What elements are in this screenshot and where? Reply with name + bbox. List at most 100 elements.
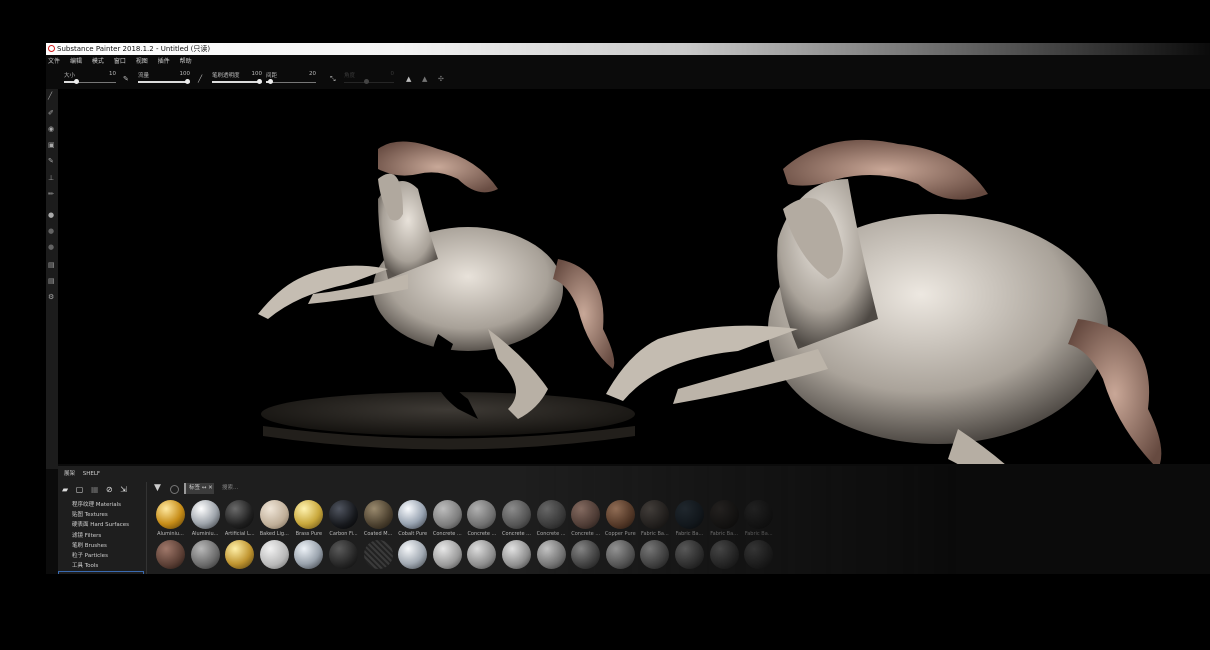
- folder-icon[interactable]: ▰: [62, 485, 68, 494]
- light-icon[interactable]: ●: [48, 243, 54, 251]
- material-swatch[interactable]: [742, 540, 775, 569]
- material-label: Fabric Ba...: [641, 531, 669, 537]
- category-hard-surfaces[interactable]: 硬表面 Hard Surfaces: [58, 520, 144, 530]
- filter-tag[interactable]: 标签 ↔ ✕: [184, 483, 214, 494]
- axis-icon[interactable]: ✣: [438, 75, 444, 83]
- color-picker-icon[interactable]: ✏: [48, 190, 54, 198]
- material-swatch[interactable]: [189, 540, 222, 569]
- category-particles[interactable]: 粒子 Particles: [58, 551, 144, 561]
- material-swatch[interactable]: [500, 540, 533, 569]
- hide-icon[interactable]: ⊘: [106, 485, 113, 494]
- size-slider[interactable]: 大小 10: [64, 69, 116, 89]
- shelf-search-input[interactable]: 搜索...: [220, 483, 422, 494]
- material-swatch[interactable]: Aluminiu...: [154, 500, 187, 537]
- material-label: Concrete ...: [571, 531, 601, 537]
- material-swatch[interactable]: Concrete ...: [465, 500, 498, 537]
- material-swatch[interactable]: Fabric Ba...: [673, 500, 706, 537]
- material-swatch[interactable]: Concrete ...: [569, 500, 602, 537]
- clear-filter-icon[interactable]: [170, 485, 179, 494]
- material-swatch[interactable]: Copper Pure: [604, 500, 637, 537]
- lazy-mouse-icon[interactable]: ⤡: [330, 75, 336, 84]
- material-preview: [605, 500, 635, 529]
- paint-brush-icon[interactable]: ╱: [48, 92, 52, 100]
- material-label: Concrete ...: [467, 531, 497, 537]
- symmetry-icon[interactable]: ▲: [406, 75, 411, 83]
- material-swatch[interactable]: Fabric Ba...: [708, 500, 741, 537]
- angle-label: 角度: [344, 73, 356, 79]
- material-swatch[interactable]: [708, 540, 741, 569]
- material-swatch[interactable]: Fabric Ba...: [742, 500, 775, 537]
- category-brushes[interactable]: 笔刷 Brushes: [58, 541, 144, 551]
- material-swatch[interactable]: [569, 540, 602, 569]
- material-swatch[interactable]: [638, 540, 671, 569]
- material-swatch[interactable]: [465, 540, 498, 569]
- material-swatch[interactable]: [673, 540, 706, 569]
- 3d-viewport[interactable]: [58, 89, 1210, 464]
- material-swatch[interactable]: [327, 540, 360, 569]
- material-preview: [329, 540, 358, 569]
- shelf-tab-en[interactable]: SHELF: [83, 471, 100, 477]
- menu-help[interactable]: 帮助: [180, 57, 192, 67]
- brush-toolbar: 大小 10 ✎ 流量 100 ╱ 笔刷透明度 100 间距 20 ⤡ 角度 0 …: [58, 69, 498, 89]
- category-filters[interactable]: 滤镜 Filters: [58, 531, 144, 541]
- category-tools[interactable]: 工具 Tools: [58, 561, 144, 571]
- menu-bar: 文件 编辑 模式 窗口 视图 插件 帮助: [46, 57, 744, 67]
- shader-dot-icon[interactable]: ●: [48, 211, 54, 219]
- material-swatch[interactable]: Carbon Fi...: [327, 500, 360, 537]
- category-materials[interactable]: 程序纹理 Materials: [58, 500, 144, 510]
- material-label: Concrete ...: [432, 531, 462, 537]
- material-swatch[interactable]: [258, 540, 291, 569]
- material-swatch[interactable]: Brass Pure: [292, 500, 325, 537]
- menu-file[interactable]: 文件: [48, 57, 60, 67]
- material-swatch[interactable]: [431, 540, 464, 569]
- camera-icon[interactable]: ●: [48, 227, 54, 235]
- texture-set-icon[interactable]: ▤: [48, 261, 55, 269]
- category-textures[interactable]: 贴图 Textures: [58, 510, 144, 520]
- material-swatch[interactable]: Cobalt Pure: [396, 500, 429, 537]
- material-swatch[interactable]: [396, 540, 429, 569]
- category-selected-indicator[interactable]: [58, 571, 144, 574]
- save-icon[interactable]: ▦: [91, 485, 99, 494]
- shelf-tab-cn[interactable]: 展架: [64, 471, 75, 477]
- import-icon[interactable]: ⇲: [120, 485, 127, 494]
- material-swatch[interactable]: Artificial L...: [223, 500, 256, 537]
- angle-slider[interactable]: 角度 0: [344, 69, 394, 89]
- menu-mode[interactable]: 模式: [92, 57, 104, 67]
- document-icon[interactable]: ▤: [48, 277, 55, 285]
- menu-edit[interactable]: 编辑: [70, 57, 82, 67]
- material-swatch[interactable]: [154, 540, 187, 569]
- mirror-icon[interactable]: ▲: [422, 75, 427, 83]
- clone-stamp-icon[interactable]: ⊥: [48, 174, 54, 182]
- new-file-icon[interactable]: ▢: [76, 485, 84, 494]
- material-swatch[interactable]: [292, 540, 325, 569]
- material-swatch[interactable]: [535, 540, 568, 569]
- material-swatch[interactable]: Concrete ...: [535, 500, 568, 537]
- material-swatch[interactable]: Fabric Ba...: [638, 500, 671, 537]
- menu-plugins[interactable]: 插件: [158, 57, 170, 67]
- material-preview: [294, 500, 324, 529]
- menu-window[interactable]: 窗口: [114, 57, 126, 67]
- smudge-icon[interactable]: ✎: [48, 157, 54, 165]
- material-label: Aluminiu...: [157, 531, 184, 537]
- spacing-slider[interactable]: 间距 20: [266, 69, 316, 89]
- settings-gear-icon[interactable]: ⚙: [48, 293, 54, 301]
- flow-slider[interactable]: 流量 100: [138, 69, 190, 89]
- geometry-mask-icon[interactable]: ▣: [48, 141, 55, 149]
- menu-view[interactable]: 视图: [136, 57, 148, 67]
- material-swatch[interactable]: Baked Lig...: [258, 500, 291, 537]
- material-swatch[interactable]: Concrete ...: [500, 500, 533, 537]
- material-swatch[interactable]: Coated M...: [362, 500, 395, 537]
- projection-icon[interactable]: ◉: [48, 125, 54, 133]
- eraser-icon[interactable]: ✐: [48, 109, 54, 117]
- pen-pressure-icon[interactable]: ╱: [198, 75, 202, 83]
- material-preview: [432, 540, 462, 569]
- material-swatch[interactable]: Concrete ...: [431, 500, 464, 537]
- material-swatch[interactable]: [362, 540, 395, 569]
- horse-model-large: [606, 139, 1162, 464]
- opacity-slider[interactable]: 笔刷透明度 100: [212, 69, 262, 89]
- filter-icon[interactable]: ▼: [154, 483, 161, 493]
- brush-icon[interactable]: ✎: [123, 75, 129, 83]
- material-swatch[interactable]: [223, 540, 256, 569]
- material-swatch[interactable]: [604, 540, 637, 569]
- material-swatch[interactable]: Aluminiu...: [189, 500, 222, 537]
